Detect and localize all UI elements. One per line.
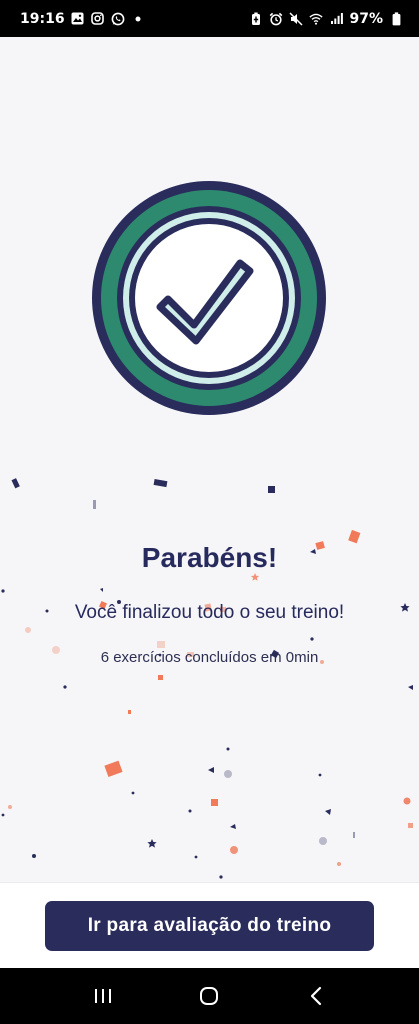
recent-apps-icon[interactable] xyxy=(83,976,123,1016)
status-time: 19:16 xyxy=(20,10,65,27)
battery-percent: 97% xyxy=(349,10,383,27)
status-right: 97% xyxy=(249,11,403,27)
mute-icon xyxy=(289,11,304,26)
back-icon[interactable] xyxy=(296,976,336,1016)
workout-summary: 6 exercícios concluídos em 0min xyxy=(100,649,319,666)
completion-message: Você finalizou todo o seu treino! xyxy=(74,602,345,623)
dot-icon xyxy=(131,12,145,26)
battery-saver-icon xyxy=(249,12,263,26)
whatsapp-icon xyxy=(111,12,125,26)
home-icon[interactable] xyxy=(189,976,229,1016)
confetti-decoration xyxy=(1,478,413,879)
page-title: Parabéns! xyxy=(141,542,278,573)
battery-icon xyxy=(389,11,403,26)
check-badge-icon xyxy=(92,181,326,415)
go-to-evaluation-button[interactable]: Ir para avaliação do treino xyxy=(45,901,374,951)
alarm-icon xyxy=(269,12,283,26)
gallery-icon xyxy=(71,12,85,26)
system-nav-bar xyxy=(0,968,419,1024)
bottom-action-area: Ir para avaliação do treino xyxy=(0,882,419,968)
wifi-icon xyxy=(309,12,324,26)
celebration-screen: Parabéns! Você finalizou todo o seu trei… xyxy=(0,37,419,882)
instagram-icon xyxy=(91,12,105,26)
status-bar: 19:16 97% xyxy=(0,0,419,37)
signal-icon xyxy=(329,12,343,26)
status-left: 19:16 xyxy=(20,11,145,27)
